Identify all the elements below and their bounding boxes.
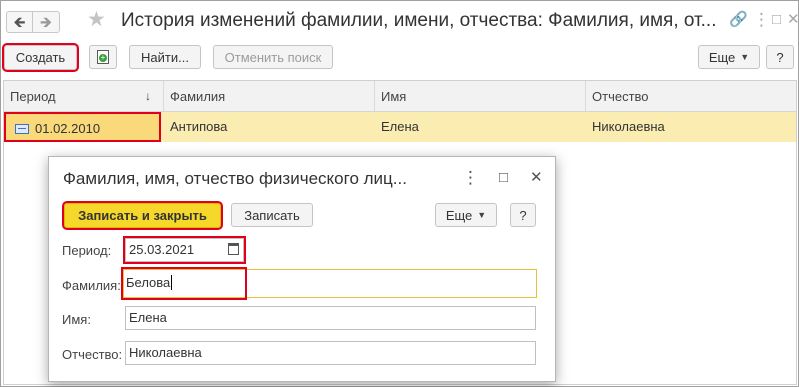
create-copy-button[interactable]: + <box>89 45 117 69</box>
dialog-close-icon[interactable]: ✕ <box>530 170 543 185</box>
cell-name[interactable]: Елена <box>375 112 586 142</box>
period-label: Период: <box>62 243 112 258</box>
title-bar: 🡸 🡺 ★ История изменений фамилии, имени, … <box>1 1 799 41</box>
chevron-down-icon: ▼ <box>477 210 487 220</box>
surname-label: Фамилия: <box>62 278 121 293</box>
dialog-more-button-label: Еще <box>445 207 473 223</box>
help-button[interactable]: ? <box>766 45 794 69</box>
cell-surname[interactable]: Антипова <box>164 112 375 142</box>
dialog-maximize-icon[interactable]: □ <box>499 170 508 185</box>
period-field-value: 25.03.2021 <box>129 242 195 257</box>
cell-period-text: 01.02.2010 <box>35 121 101 136</box>
calendar-icon[interactable] <box>228 243 239 255</box>
more-button[interactable]: Еще ▼ <box>698 45 760 69</box>
add-document-icon: + <box>97 50 109 64</box>
column-header-period[interactable]: Период ↓ <box>4 81 164 112</box>
table-row[interactable]: 01.02.2010 Антипова Елена Николаевна <box>4 112 796 142</box>
more-actions-icon[interactable]: ⋮ <box>753 11 770 28</box>
find-button[interactable]: Найти... <box>129 45 201 69</box>
main-window: 🡸 🡺 ★ История изменений фамилии, имени, … <box>0 0 799 387</box>
surname-field[interactable]: Белова <box>121 267 247 300</box>
column-header-patronymic[interactable]: Отчество <box>586 81 796 112</box>
chevron-down-icon: ▼ <box>740 52 750 62</box>
cell-patronymic[interactable]: Николаевна <box>586 112 796 142</box>
surname-field-value: Белова <box>126 275 171 290</box>
back-button[interactable]: 🡸 <box>6 11 33 33</box>
dialog-more-button[interactable]: Еще ▼ <box>435 203 497 227</box>
record-icon <box>15 124 29 134</box>
close-icon[interactable]: ✕ <box>787 12 799 27</box>
dialog-more-actions-icon[interactable]: ⋮ <box>462 169 479 186</box>
column-header-name[interactable]: Имя <box>375 81 586 112</box>
arrow-left-icon: 🡸 <box>13 13 26 31</box>
dialog-title: Фамилия, имя, отчество физического лиц..… <box>63 169 407 188</box>
star-icon[interactable]: ★ <box>87 9 106 30</box>
name-field[interactable]: Елена <box>125 306 536 330</box>
table-header: Период ↓ Фамилия Имя Отчество <box>4 81 796 112</box>
page-title: История изменений фамилии, имени, отчест… <box>121 10 716 31</box>
patronymic-field[interactable]: Николаевна <box>125 341 536 365</box>
save-button[interactable]: Записать <box>231 203 313 227</box>
text-cursor <box>171 275 173 290</box>
patronymic-label: Отчество: <box>62 347 123 362</box>
period-field[interactable]: 25.03.2021 <box>123 236 246 264</box>
column-header-period-label: Период <box>10 89 56 104</box>
cell-period[interactable]: 01.02.2010 <box>4 112 161 142</box>
forward-button[interactable]: 🡺 <box>33 11 60 33</box>
dialog-help-button[interactable]: ? <box>510 203 536 227</box>
arrow-right-icon: 🡺 <box>39 13 53 31</box>
cancel-search-button[interactable]: Отменить поиск <box>213 45 333 69</box>
name-label: Имя: <box>62 312 91 327</box>
link-icon[interactable]: 🔗 <box>729 12 748 27</box>
save-and-close-button[interactable]: Записать и закрыть <box>62 201 223 230</box>
more-button-label: Еще <box>708 49 736 65</box>
create-button[interactable]: Создать <box>2 43 79 72</box>
column-header-surname[interactable]: Фамилия <box>164 81 375 112</box>
sort-down-icon: ↓ <box>145 89 151 103</box>
edit-dialog: Фамилия, имя, отчество физического лиц..… <box>48 156 556 382</box>
maximize-icon[interactable]: □ <box>772 12 781 27</box>
